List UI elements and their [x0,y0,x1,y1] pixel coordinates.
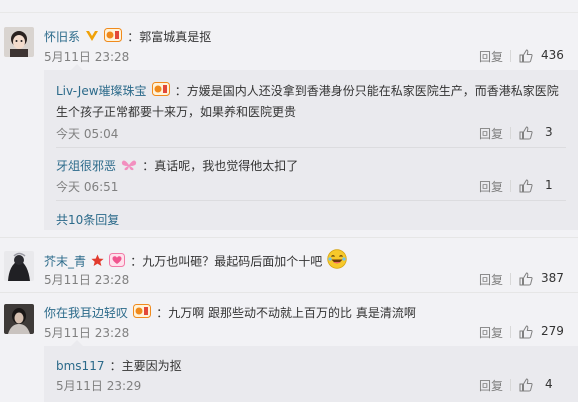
reply-divider [56,200,566,201]
reply-header: bms117 ：主要因为抠 [56,355,182,374]
comment-text: ：郭富城真是抠 [127,30,212,44]
verified-v-icon [85,27,99,46]
reply-text: ：方媛是国内人还没拿到香港身份只能在私家医院生产，而香港私家医院 [174,84,559,98]
thumbs-up-icon[interactable] [519,377,533,392]
reply-divider [56,147,566,148]
avatar-nizaiwoerbianqingtan[interactable] [4,304,34,334]
reply-button[interactable]: 回复 [479,178,503,195]
comment-divider [0,292,578,293]
reply-text: ：主要因为抠 [109,359,182,373]
comment-header: 怀旧系 ：郭富城真是抠 [44,26,211,46]
like-count: 436 [541,48,564,62]
thumbs-up-icon[interactable] [519,178,533,193]
reply-time: 今天 06:51 [56,180,119,194]
reply-button[interactable]: 回复 [479,125,503,142]
reply-button[interactable]: 回复 [479,48,503,65]
heart-badge-icon [109,252,126,271]
vip-level-icon [133,303,152,322]
action-separator [510,379,511,391]
reply-text-continued: 生个孩子正常都要十来万，如果养和医院更贵 [56,105,297,119]
comment-header: 芥末_青 ：九万也叫砸？最起码后面加个十吧 [44,249,348,273]
avatar-huaijiuxi[interactable] [4,27,34,57]
reply-username[interactable]: 牙俎很邪恶 [56,159,116,173]
action-separator [510,127,511,139]
more-replies-link[interactable]: 共10条回复 [56,211,119,228]
reply-time: 5月11日 23:29 [56,379,142,393]
reply-text: ：真话呢，我也觉得他太扣了 [142,159,299,173]
comment-time: 5月11日 23:28 [44,50,130,64]
butterfly-icon [121,156,137,175]
comment-divider [0,237,578,238]
reply-list-arrow [70,64,84,71]
username[interactable]: 你在我耳边轻叹 [44,306,128,320]
reply-button[interactable]: 回复 [479,271,503,288]
thumbs-up-icon[interactable] [519,271,533,286]
username[interactable]: 怀旧系 [44,30,80,44]
avatar-jiemoqing[interactable] [4,251,34,281]
comment-text: ：九万也叫砸？最起码后面加个十吧 [130,254,323,269]
reply-button[interactable]: 回复 [479,324,503,341]
comment-header: 你在我耳边轻叹 ：九万啊 跟那些动不动就上百万的比 真是清流啊 [44,302,416,322]
like-count: 1 [545,178,553,192]
comment-text: ：九万啊 跟那些动不动就上百万的比 真是清流啊 [156,306,416,320]
like-count: 279 [541,324,564,338]
thumbs-up-icon[interactable] [519,48,533,63]
reply-header: Liv-Jew璀璨珠宝 ：方媛是国内人还没拿到香港身份只能在私家医院生产，而香港… [56,80,559,100]
action-separator [510,273,511,285]
comment-time: 5月11日 23:28 [44,273,130,287]
top-divider [0,0,578,13]
vip-level-icon [151,81,170,100]
reply-username[interactable]: Liv-Jew璀璨珠宝 [56,84,147,98]
username[interactable]: 芥末_青 [44,255,86,269]
like-count: 4 [545,377,553,391]
thumbs-up-icon[interactable] [519,125,533,140]
comment-feed: 怀旧系 ：郭富城真是抠 5月11日 23:28 回复 436 Liv-Jew璀璨… [0,0,578,402]
vip-level-icon [104,27,123,46]
like-count: 387 [541,271,564,285]
laughing-emoji-icon [327,249,348,273]
reply-button[interactable]: 回复 [479,377,503,394]
like-count: 3 [545,125,553,139]
reply-header: 牙俎很邪恶 ：真话呢，我也觉得他太扣了 [56,155,298,175]
red-star-icon [91,252,104,271]
thumbs-up-icon[interactable] [519,324,533,339]
reply-list-arrow [70,340,84,347]
comment-time: 5月11日 23:28 [44,326,130,340]
action-separator [510,50,511,62]
action-separator [510,180,511,192]
action-separator [510,326,511,338]
reply-time: 今天 05:04 [56,127,119,141]
reply-username[interactable]: bms117 [56,359,104,373]
